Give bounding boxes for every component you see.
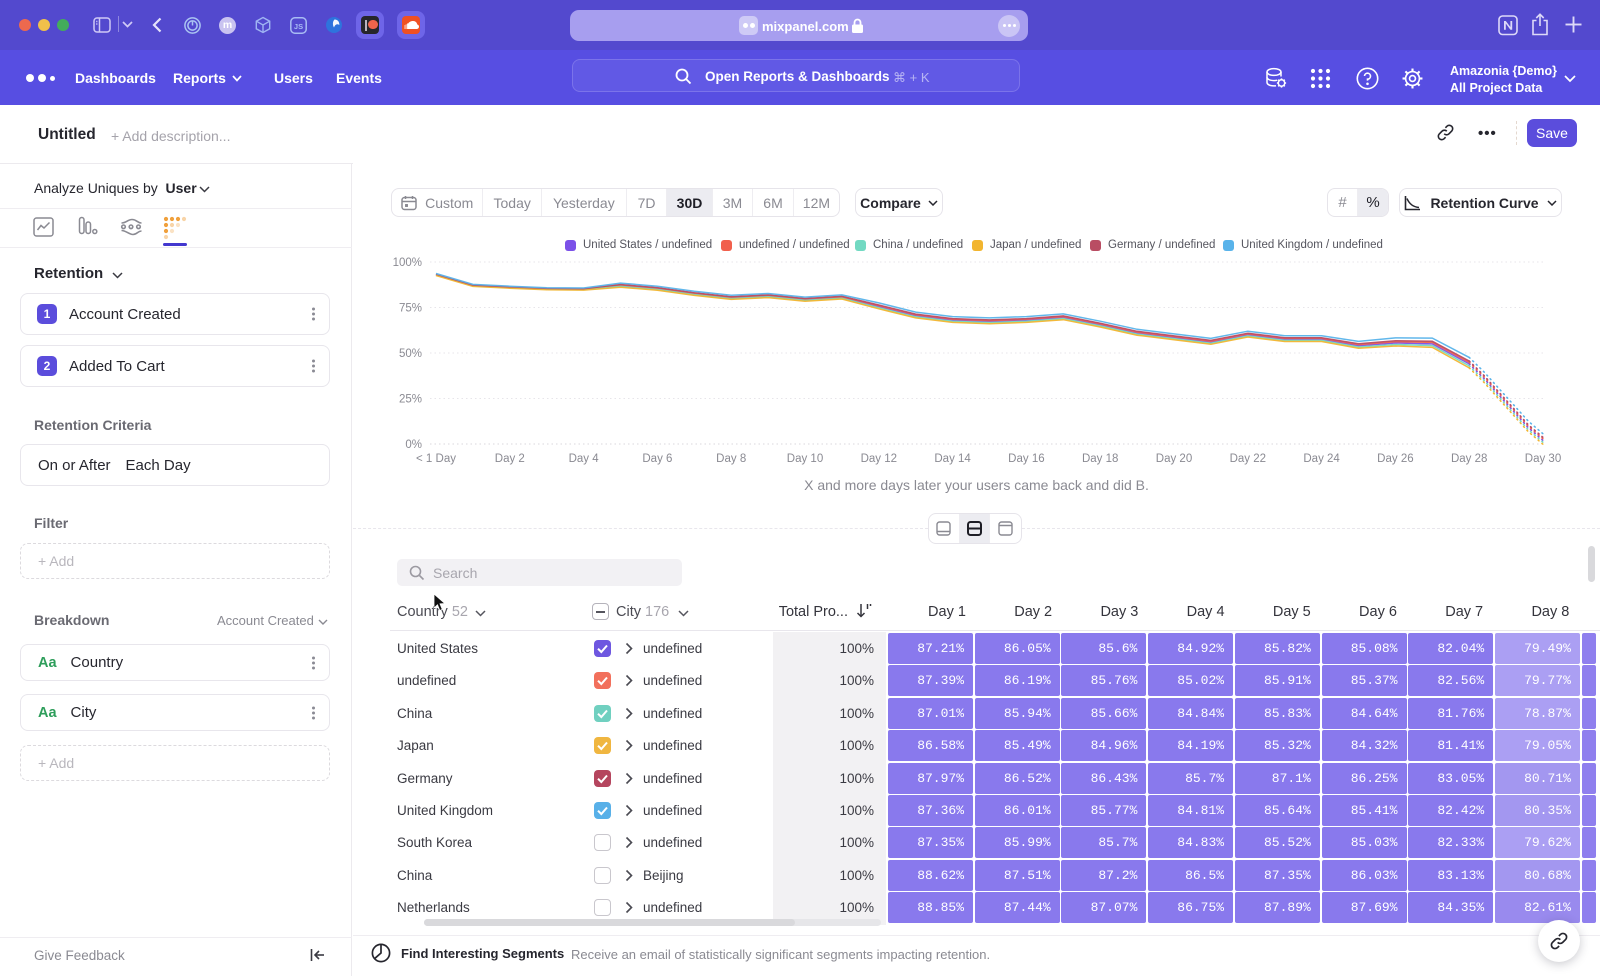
svg-text:Day 28: Day 28 xyxy=(1451,453,1487,465)
svg-text:Day 8: Day 8 xyxy=(716,453,746,465)
svg-text:Day 14: Day 14 xyxy=(934,453,971,465)
svg-text:Day 18: Day 18 xyxy=(1082,453,1118,465)
svg-text:Day 30: Day 30 xyxy=(1525,453,1561,465)
svg-text:JS: JS xyxy=(294,22,303,31)
svg-text:Day 2: Day 2 xyxy=(495,453,525,465)
svg-text:Day 16: Day 16 xyxy=(1008,453,1044,465)
svg-text:25%: 25% xyxy=(399,394,422,406)
svg-text:Day 20: Day 20 xyxy=(1156,453,1192,465)
svg-text:Day 26: Day 26 xyxy=(1377,453,1413,465)
svg-text:100%: 100% xyxy=(393,257,422,269)
svg-text:50%: 50% xyxy=(399,348,422,360)
svg-text:Day 12: Day 12 xyxy=(861,453,897,465)
svg-text:75%: 75% xyxy=(399,303,422,315)
svg-text:Day 22: Day 22 xyxy=(1230,453,1266,465)
svg-text:< 1 Day: < 1 Day xyxy=(416,453,456,465)
svg-text:Day 4: Day 4 xyxy=(569,453,600,465)
svg-text:Day 6: Day 6 xyxy=(642,453,672,465)
svg-text:Day 10: Day 10 xyxy=(787,453,823,465)
svg-text:Day 24: Day 24 xyxy=(1303,453,1340,465)
svg-text:0%: 0% xyxy=(405,439,422,451)
